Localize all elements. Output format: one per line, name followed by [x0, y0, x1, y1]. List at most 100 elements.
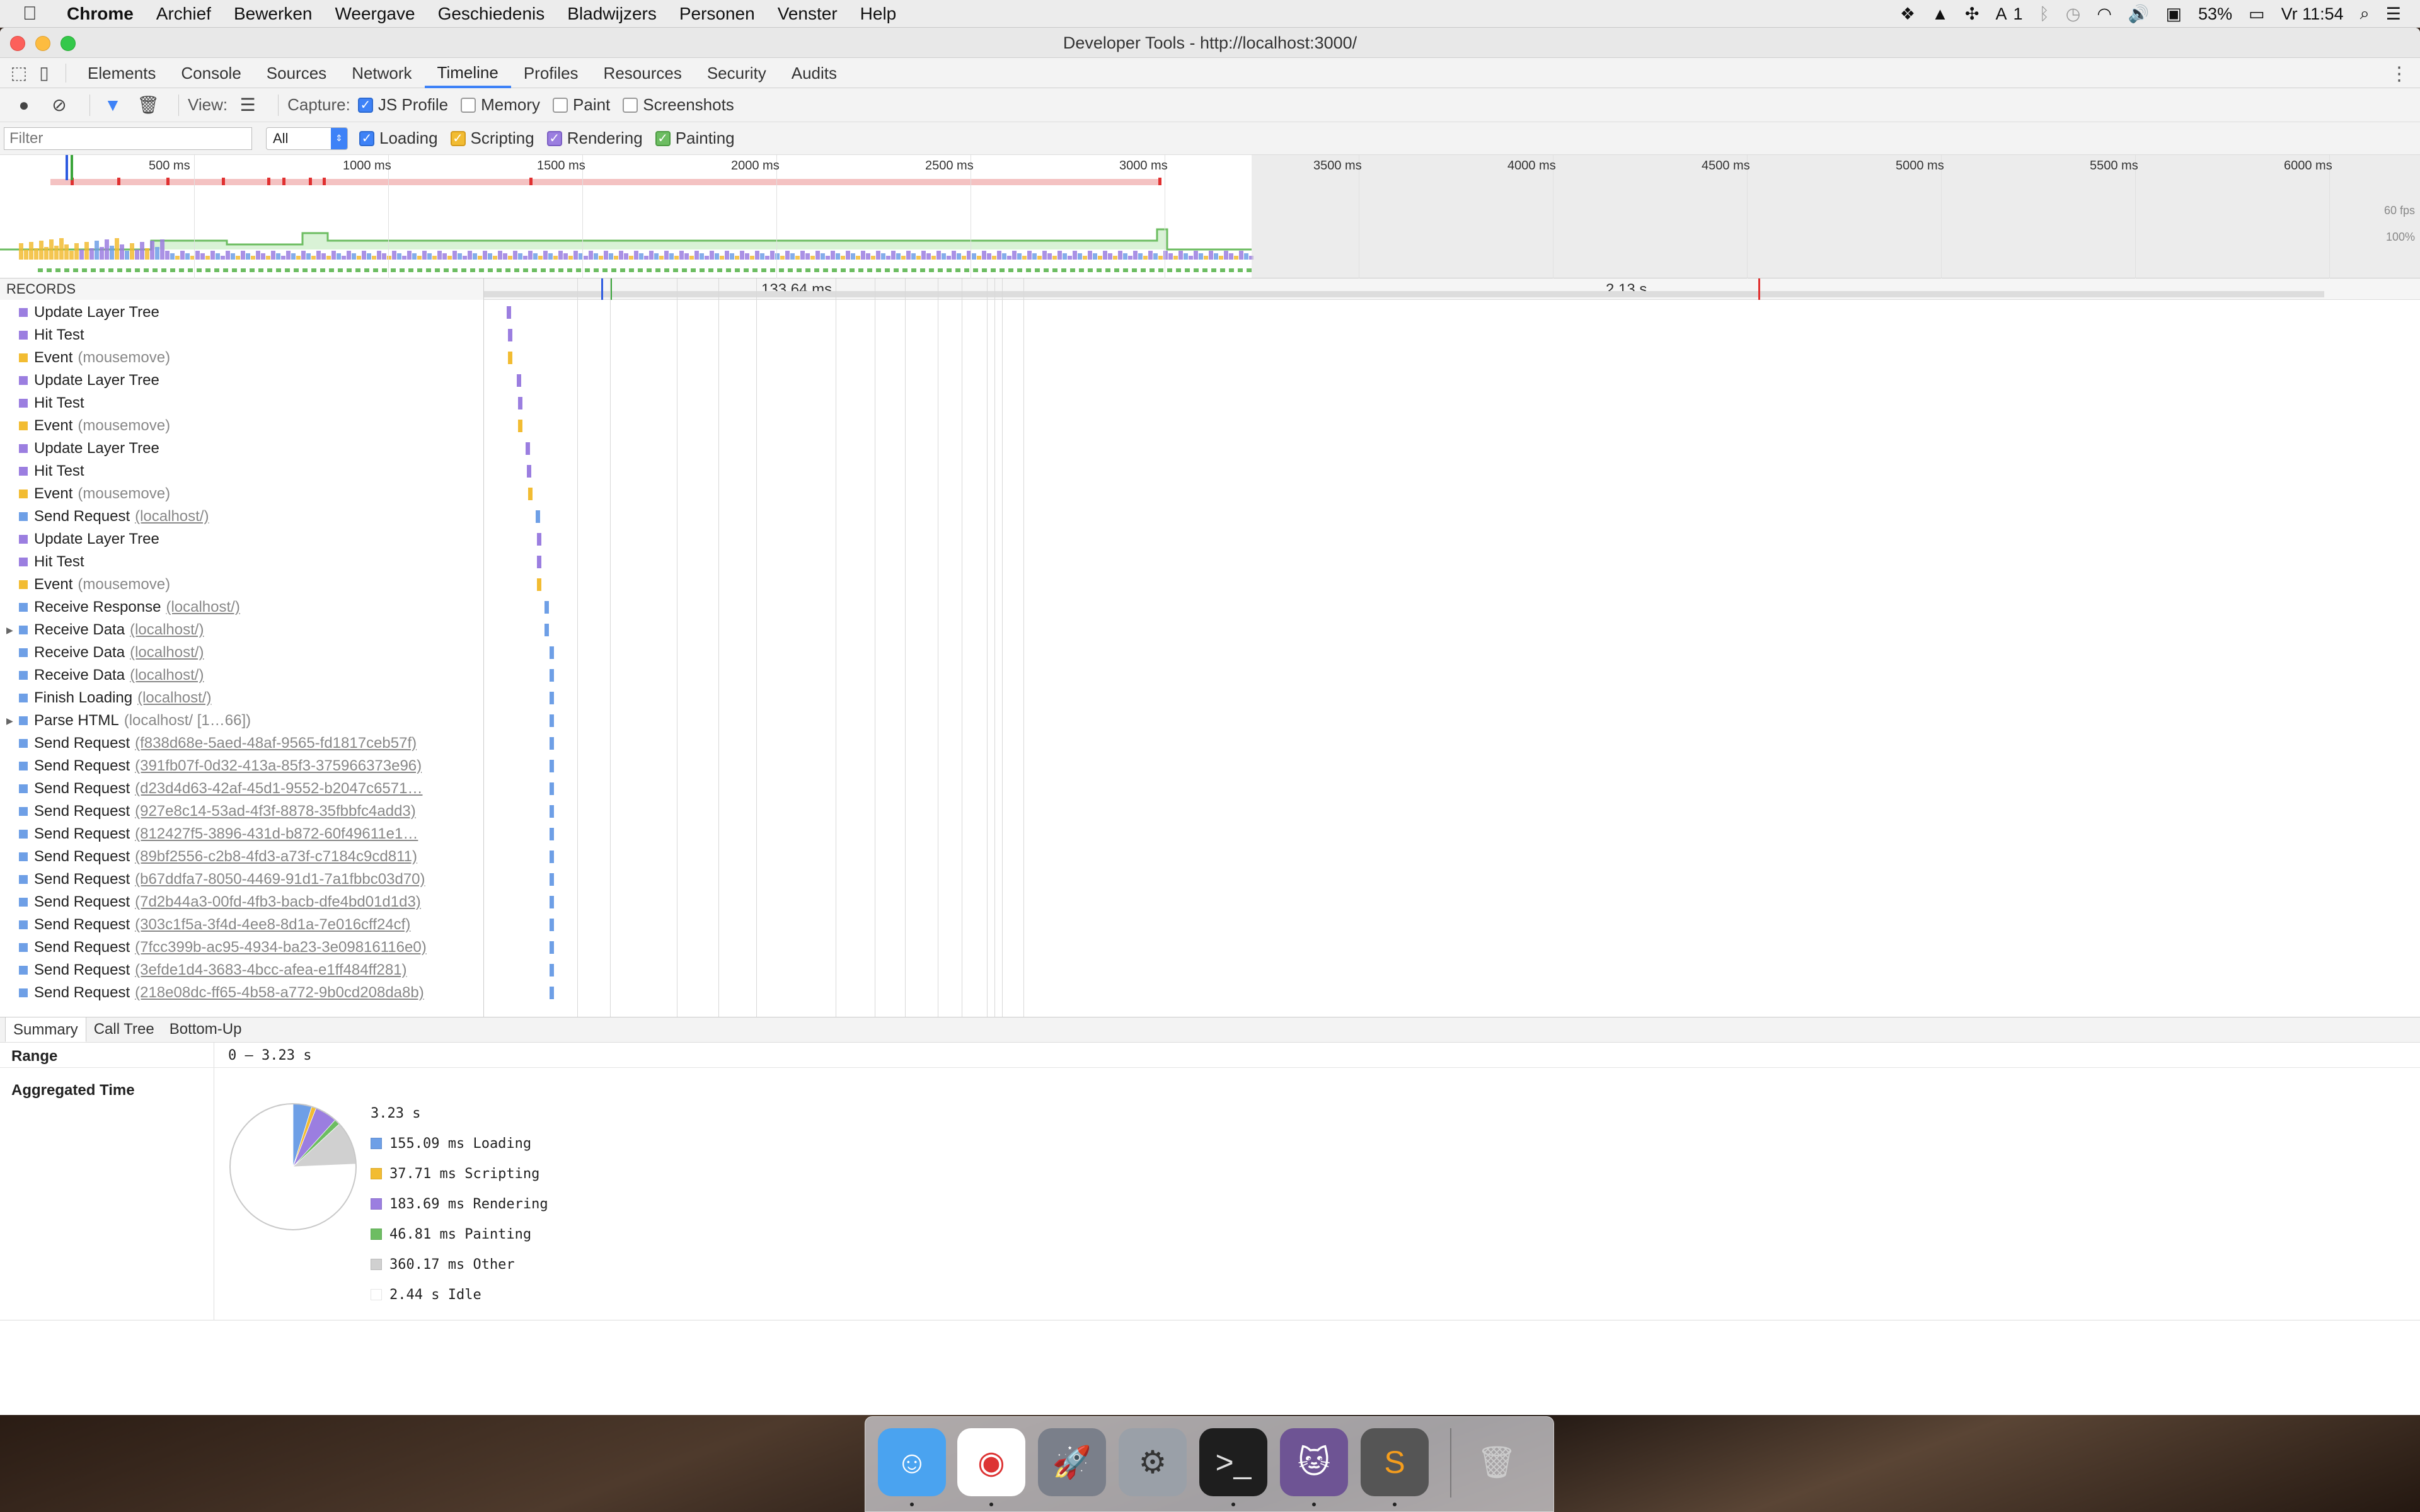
flame-record-bar[interactable]	[550, 714, 554, 727]
flame-record-bar[interactable]	[507, 306, 511, 319]
flame-record-bar[interactable]	[528, 488, 533, 500]
checkbox-js-profile[interactable]: ✓	[357, 97, 373, 113]
record-row[interactable]: Hit Test	[0, 324, 483, 346]
time-machine-icon[interactable]: ◷	[2066, 4, 2081, 24]
record-row[interactable]: Update Layer Tree	[0, 301, 483, 324]
tab-audits[interactable]: Audits	[779, 58, 850, 88]
flame-record-bar[interactable]	[518, 420, 522, 432]
record-row[interactable]: Send Request (303c1f5a-3f4d-4ee8-8d1a-7e0…	[0, 914, 483, 936]
record-row[interactable]: Send Request (b67ddfa7-8050-4469-91d1-7a1…	[0, 868, 483, 891]
adobe-icon[interactable]: A 1	[1996, 4, 2023, 24]
record-link[interactable]: (localhost/)	[130, 619, 204, 641]
clock[interactable]: Vr 11:54	[2281, 4, 2344, 24]
record-row[interactable]: Finish Loading (localhost/)	[0, 687, 483, 709]
record-link[interactable]: (b67ddfa7-8050-4469-91d1-7a1fbbc03d70)	[135, 868, 425, 891]
display-icon[interactable]: ▣	[2166, 4, 2182, 24]
flame-record-bar[interactable]	[537, 533, 541, 546]
record-row[interactable]: Hit Test	[0, 551, 483, 573]
menu-item-bewerken[interactable]: Bewerken	[234, 4, 313, 24]
tab-security[interactable]: Security	[694, 58, 779, 88]
record-link[interactable]: (localhost/)	[135, 505, 209, 528]
record-row[interactable]: Update Layer Tree	[0, 369, 483, 392]
google-drive-icon[interactable]: ▲	[1932, 4, 1949, 24]
flame-record-bar[interactable]	[550, 873, 554, 886]
category-rendering[interactable]: ✓ Rendering	[546, 129, 643, 148]
flame-view-icon[interactable]: ☰	[234, 91, 262, 119]
flame-record-bar[interactable]	[550, 760, 554, 772]
record-row[interactable]: ▶ Parse HTML (localhost/ [1…66])	[0, 709, 483, 732]
tab-summary[interactable]: Summary	[5, 1017, 86, 1042]
tab-call-tree[interactable]: Call Tree	[86, 1017, 162, 1042]
capture-memory[interactable]: Memory	[461, 95, 540, 115]
record-link[interactable]: (927e8c14-53ad-4f3f-8878-35fbbfc4add3)	[135, 800, 416, 823]
record-row[interactable]: ▶ Receive Data (localhost/)	[0, 619, 483, 641]
menu-item-venster[interactable]: Venster	[778, 4, 838, 24]
tab-sources[interactable]: Sources	[254, 58, 339, 88]
clear-icon[interactable]: ⊘	[45, 91, 73, 119]
sublime-text-icon[interactable]: S	[1361, 1428, 1429, 1496]
spotlight-icon[interactable]: ⌕	[2360, 4, 2370, 24]
close-window-button[interactable]	[10, 36, 25, 51]
capture-screenshots[interactable]: Screenshots	[623, 95, 734, 115]
record-row[interactable]: Send Request (391fb07f-0d32-413a-85f3-375…	[0, 755, 483, 777]
flame-record-bar[interactable]	[550, 692, 554, 704]
system-preferences-icon[interactable]: ⚙	[1119, 1428, 1187, 1496]
record-row[interactable]: Send Request (89bf2556-c2b8-4fd3-a73f-c71…	[0, 845, 483, 868]
device-mode-icon[interactable]: ▯	[32, 60, 57, 86]
filter-icon[interactable]: ▼	[99, 91, 127, 119]
checkbox-paint[interactable]	[553, 97, 568, 113]
filter-input[interactable]	[4, 127, 252, 150]
pinwheel-icon[interactable]: ✣	[1965, 4, 1979, 24]
record-row[interactable]: Send Request (localhost/)	[0, 505, 483, 528]
dropbox-icon[interactable]: ❖	[1900, 4, 1915, 24]
maximize-window-button[interactable]	[60, 36, 76, 51]
battery-percent[interactable]: 53%	[2198, 4, 2232, 24]
minimize-window-button[interactable]	[35, 36, 50, 51]
record-link[interactable]: (localhost/)	[130, 641, 204, 664]
capture-paint[interactable]: Paint	[553, 95, 610, 115]
flame-record-bar[interactable]	[544, 624, 549, 636]
record-button[interactable]: ●	[10, 91, 38, 119]
tab-elements[interactable]: Elements	[75, 58, 168, 88]
checkbox-memory[interactable]	[461, 97, 476, 113]
menu-item-personen[interactable]: Personen	[679, 4, 755, 24]
flame-record-bar[interactable]	[537, 556, 541, 568]
tab-console[interactable]: Console	[168, 58, 253, 88]
record-link[interactable]: (d23d4d63-42af-45d1-9552-b2047c6571…	[135, 777, 422, 800]
category-scripting[interactable]: ✓ Scripting	[450, 129, 534, 148]
flame-record-bar[interactable]	[518, 397, 522, 410]
bluetooth-icon[interactable]: ᛒ	[2039, 4, 2049, 24]
flame-record-bar[interactable]	[544, 601, 549, 614]
record-link[interactable]: (391fb07f-0d32-413a-85f3-375966373e96)	[135, 755, 422, 777]
flame-record-bar[interactable]	[550, 646, 554, 659]
category-painting[interactable]: ✓ Painting	[655, 129, 735, 148]
record-row[interactable]: Receive Data (localhost/)	[0, 664, 483, 687]
timeline-flame-chart[interactable]: 133.64 ms 2.13 s	[484, 278, 2420, 1017]
record-row[interactable]: Send Request (7d2b44a3-00fd-4fb3-bacb-dfe…	[0, 891, 483, 914]
launchpad-icon[interactable]: 🚀	[1038, 1428, 1106, 1496]
flame-record-bar[interactable]	[550, 987, 554, 999]
checkbox-scripting[interactable]: ✓	[450, 130, 466, 146]
flame-record-bar[interactable]	[550, 828, 554, 840]
notification-center-icon[interactable]: ☰	[2386, 4, 2401, 24]
record-row[interactable]: Event (mousemove)	[0, 346, 483, 369]
flame-record-bar[interactable]	[550, 737, 554, 750]
menu-item-bladwijzers[interactable]: Bladwijzers	[567, 4, 657, 24]
expand-triangle-icon[interactable]: ▶	[6, 709, 13, 732]
wifi-icon[interactable]: ◠	[2097, 4, 2112, 24]
record-link[interactable]: (218e08dc-ff65-4b58-a772-9b0cd208da8b)	[135, 982, 424, 1004]
record-link[interactable]: (3efde1d4-3683-4bcc-afea-e1ff484ff281)	[135, 959, 406, 982]
record-row[interactable]: Send Request (218e08dc-ff65-4b58-a772-9b0…	[0, 982, 483, 1004]
record-row[interactable]: Update Layer Tree	[0, 528, 483, 551]
record-row[interactable]: Update Layer Tree	[0, 437, 483, 460]
record-link[interactable]: (812427f5-3896-431d-b872-60f49611e1…	[135, 823, 418, 845]
github-icon[interactable]: 🐱	[1280, 1428, 1348, 1496]
record-row[interactable]: Event (mousemove)	[0, 415, 483, 437]
capture-js-profile[interactable]: ✓ JS Profile	[357, 95, 448, 115]
tab-network[interactable]: Network	[339, 58, 424, 88]
more-options-icon[interactable]: ⋮	[2390, 63, 2409, 85]
record-row[interactable]: Hit Test	[0, 460, 483, 483]
record-row[interactable]: Send Request (7fcc399b-ac95-4934-ba23-3e0…	[0, 936, 483, 959]
record-row[interactable]: Receive Response (localhost/)	[0, 596, 483, 619]
volume-icon[interactable]: 🔊	[2128, 4, 2150, 24]
